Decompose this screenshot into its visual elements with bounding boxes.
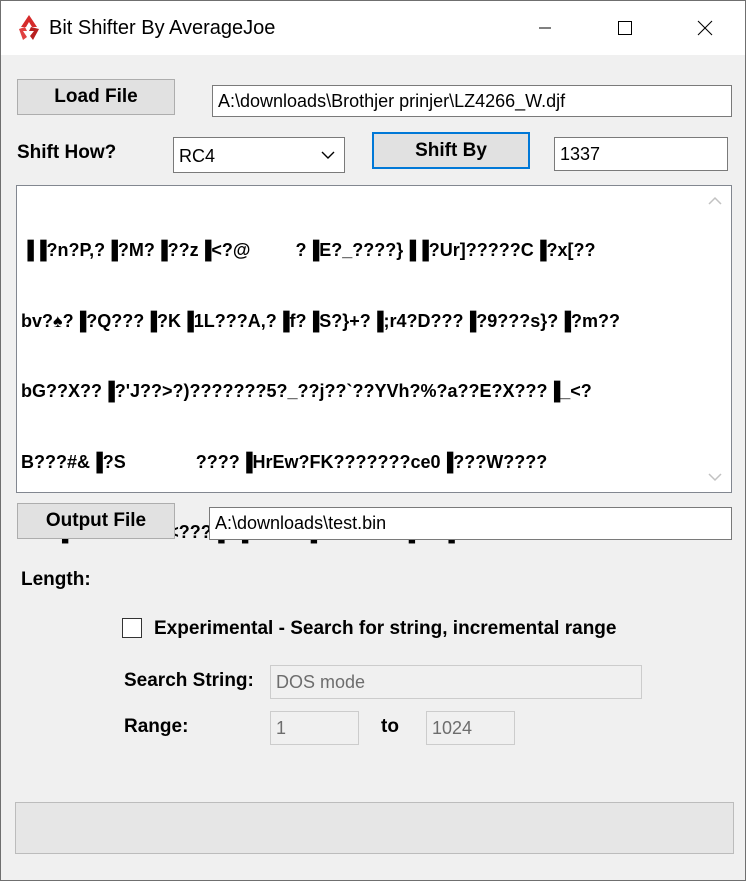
range-to-label: to	[381, 716, 399, 737]
minimize-icon	[539, 27, 551, 29]
load-file-button[interactable]: Load File	[17, 79, 175, 115]
close-button[interactable]	[665, 1, 745, 55]
search-string-label: Search String:	[124, 670, 254, 691]
scroll-up-arrow-icon[interactable]	[708, 196, 722, 206]
minimize-button[interactable]	[505, 1, 585, 55]
range-label: Range:	[124, 716, 189, 737]
close-icon	[697, 20, 713, 36]
app-window: Bit Shifter By AverageJoe Load File A:\d…	[0, 0, 746, 881]
vertical-scrollbar[interactable]	[701, 186, 731, 492]
search-string-field[interactable]: DOS mode	[270, 665, 642, 699]
chevron-down-icon	[321, 151, 335, 159]
experimental-checkbox[interactable]	[122, 618, 142, 638]
experimental-label[interactable]: Experimental - Search for string, increm…	[154, 618, 616, 640]
maximize-icon	[618, 21, 632, 35]
length-label: Length:	[21, 569, 91, 590]
range-from-field[interactable]: 1	[270, 711, 359, 745]
preview-line: B???#&▐?S ????▐HrEw?FK???????ce0▐???W???…	[21, 451, 548, 472]
load-path-field[interactable]: A:\downloads\Brothjer prinjer\LZ4266_W.d…	[212, 85, 732, 117]
title-bar[interactable]: Bit Shifter By AverageJoe	[1, 1, 745, 55]
window-title: Bit Shifter By AverageJoe	[49, 17, 276, 39]
output-file-button[interactable]: Output File	[17, 503, 175, 539]
preview-line: ▐▐?n?P,?▐?M?▐??z▐<?@ ?▐E?_????}▐▐?Ur]???…	[21, 240, 596, 260]
shift-method-value: RC4	[179, 146, 216, 166]
maximize-button[interactable]	[585, 1, 665, 55]
output-path-field[interactable]: A:\downloads\test.bin	[209, 507, 732, 540]
shift-how-label: Shift How?	[17, 142, 117, 163]
preview-textarea[interactable]: ▐▐?n?P,?▐?M?▐??z▐<?@ ?▐E?_????}▐▐?Ur]???…	[16, 185, 732, 542]
recycle-app-icon	[19, 15, 39, 40]
shift-method-dropdown[interactable]: RC4	[173, 137, 345, 173]
range-to-field[interactable]: 1024	[426, 711, 515, 745]
shift-by-button[interactable]: Shift By	[372, 132, 530, 169]
preview-line: bG??X??▐?'J??>?)???????5?_??j??`??YVh?%?…	[21, 381, 592, 401]
progress-bar	[15, 802, 734, 854]
scroll-down-arrow-icon[interactable]	[708, 472, 722, 482]
preview-line: bv?♠?▐?Q???▐?K▐1L???A,?▐f?▐S?}+?▐;r4?D??…	[21, 310, 621, 331]
shift-value-field[interactable]: 1337	[554, 137, 728, 171]
